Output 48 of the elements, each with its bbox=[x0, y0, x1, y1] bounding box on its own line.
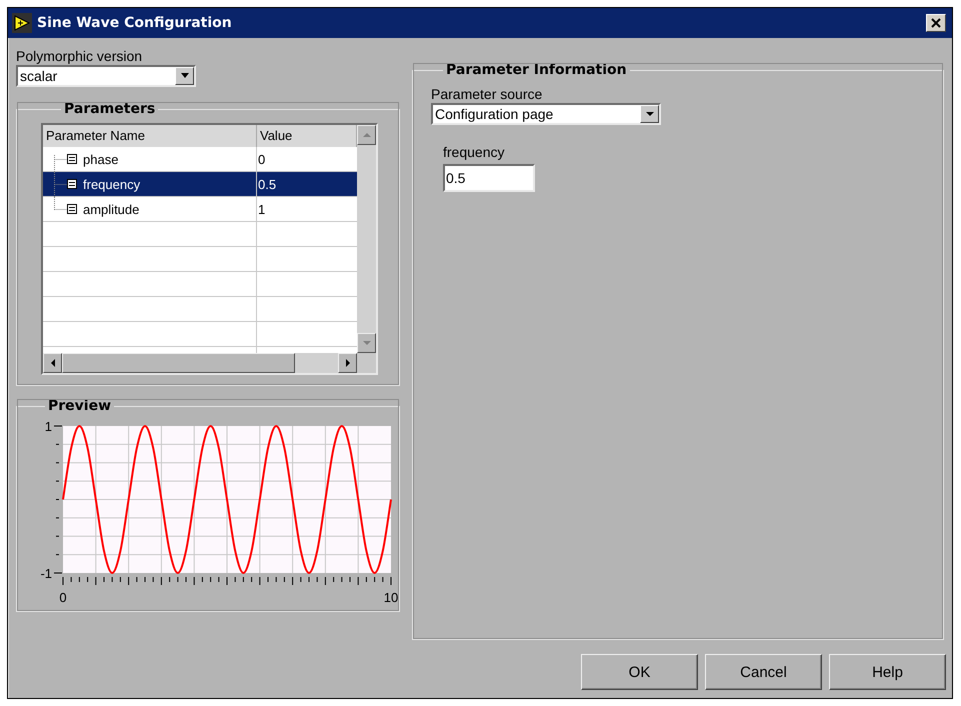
table-cell-text: 1 bbox=[257, 200, 266, 218]
close-icon bbox=[931, 18, 941, 28]
vertical-scrollbar[interactable] bbox=[357, 125, 376, 353]
table-cell: phase bbox=[83, 152, 118, 167]
x-tick-label: 0 bbox=[59, 590, 67, 604]
polymorphic-dropdown[interactable]: scalar bbox=[16, 65, 196, 87]
field-label: Polymorphic version bbox=[16, 48, 144, 65]
field-label: frequency bbox=[443, 144, 504, 161]
group-title: Parameter Information bbox=[445, 62, 628, 78]
dropdown-button[interactable] bbox=[175, 67, 194, 85]
right-arrow-icon bbox=[346, 359, 350, 367]
up-arrow-icon bbox=[362, 133, 370, 137]
caret-icon bbox=[646, 112, 654, 116]
close-button[interactable] bbox=[926, 14, 946, 32]
table-row[interactable]: phase 0 bbox=[43, 147, 357, 172]
window-title: Sine Wave Configuration bbox=[37, 15, 233, 31]
scroll-left-button[interactable] bbox=[43, 353, 62, 373]
dialog-button[interactable]: OK bbox=[581, 654, 698, 690]
table-cell: amplitude bbox=[83, 202, 140, 216]
scroll-thumb[interactable] bbox=[62, 353, 295, 373]
group-title: Preview bbox=[47, 398, 112, 414]
list-icon bbox=[67, 204, 77, 214]
dialog-button[interactable]: Cancel bbox=[705, 654, 822, 690]
column-header[interactable]: Parameter Name bbox=[43, 125, 257, 147]
down-arrow-icon bbox=[362, 341, 370, 345]
parameter-source-dropdown[interactable]: Configuration page bbox=[431, 103, 661, 125]
list-icon bbox=[67, 154, 77, 164]
table-cell-text: 0 bbox=[257, 151, 266, 169]
column-header[interactable]: Value bbox=[257, 125, 357, 147]
dialog-button[interactable]: Help bbox=[829, 654, 946, 690]
horizontal-scrollbar[interactable] bbox=[43, 353, 357, 373]
table-row[interactable]: amplitude 1 bbox=[43, 197, 357, 222]
table-row[interactable]: frequency 0.5 bbox=[43, 172, 357, 197]
frequency-field[interactable]: 0.5 bbox=[443, 164, 535, 192]
scroll-right-button[interactable] bbox=[338, 353, 357, 373]
list-icon bbox=[67, 179, 77, 189]
left-arrow-icon bbox=[50, 359, 54, 367]
group-title: Parameters bbox=[63, 101, 156, 117]
scroll-down-button[interactable] bbox=[357, 333, 376, 353]
app-icon bbox=[12, 13, 32, 33]
field-label: Parameter source bbox=[431, 86, 542, 102]
table-cell-text: 0.5 bbox=[257, 176, 278, 194]
scroll-up-button[interactable] bbox=[357, 125, 376, 145]
y-tick-label: 1 bbox=[44, 419, 52, 434]
y-tick-label: -1 bbox=[40, 566, 52, 581]
dropdown-button[interactable] bbox=[640, 105, 659, 123]
table-cell: frequency bbox=[83, 177, 140, 192]
x-tick-label: 10 bbox=[384, 590, 398, 604]
